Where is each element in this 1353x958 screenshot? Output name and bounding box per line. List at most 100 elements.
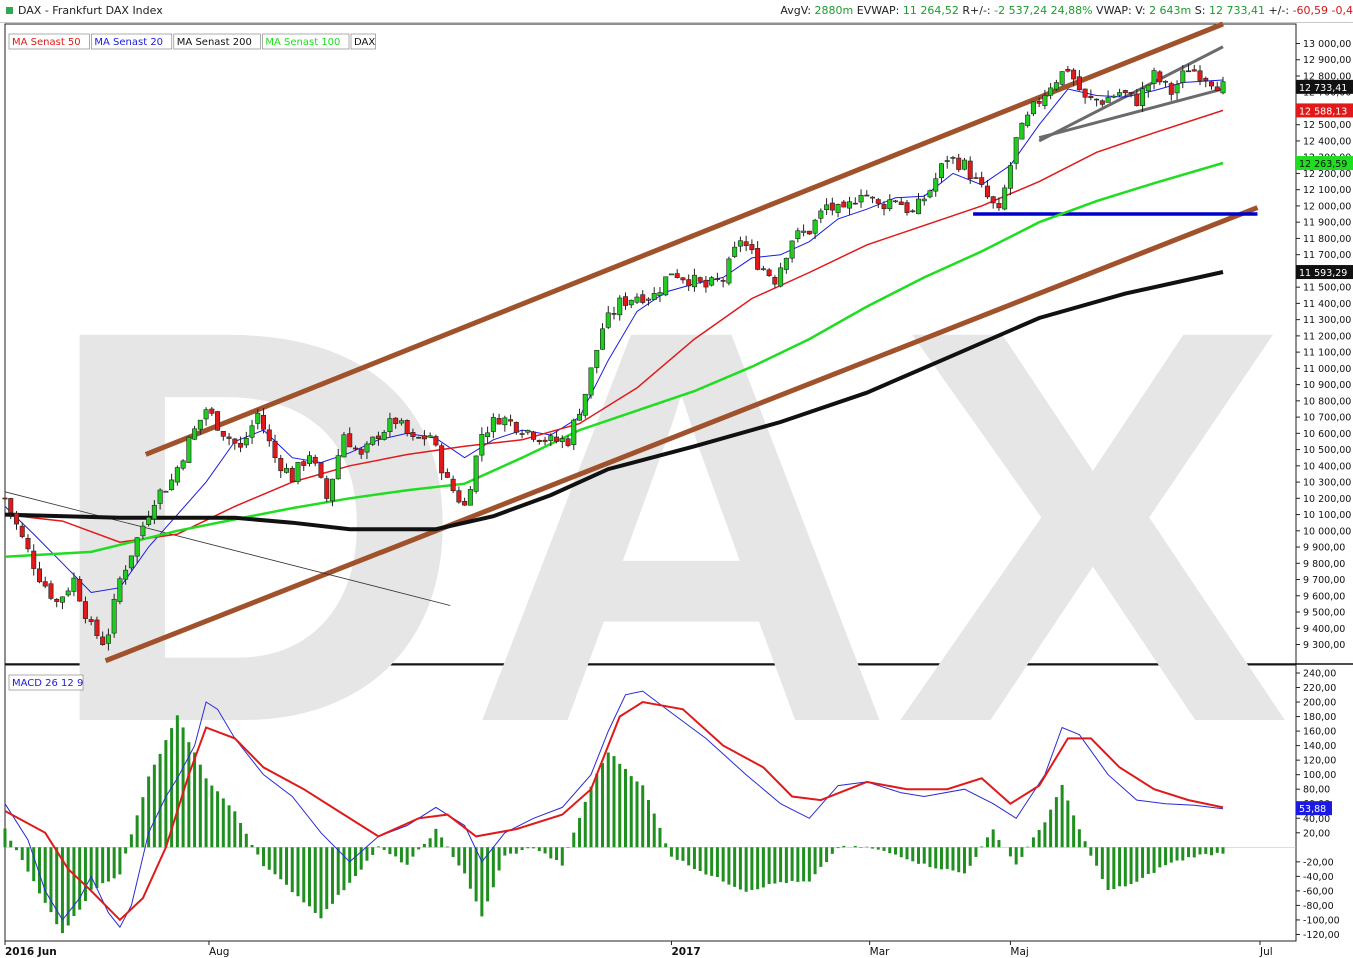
macd-histogram-bar: [997, 840, 1001, 848]
dax-chart[interactable]: DAX MA Senast 50 MA Senast 20 MA Senast 200…: [0, 0, 1353, 958]
candle-body: [381, 431, 387, 440]
macd-histogram-bar: [89, 847, 93, 890]
candle-body: [1036, 101, 1042, 104]
macd-histogram-bar: [20, 847, 24, 861]
candle-body: [617, 297, 623, 316]
macd-histogram-bar: [1210, 847, 1214, 856]
macd-histogram-bar: [1043, 822, 1047, 848]
macd-histogram-bar: [698, 847, 702, 872]
macd-histogram-bar: [273, 847, 277, 875]
candle-body: [996, 203, 1002, 209]
candle-body: [404, 420, 410, 434]
macd-tick-label: 100,00: [1303, 770, 1336, 781]
candle-body: [249, 425, 255, 438]
price-tick-label: 11 000,00: [1303, 364, 1351, 375]
macd-histogram-bar: [399, 847, 403, 863]
candle-body: [209, 408, 215, 414]
candle-body: [1145, 84, 1151, 92]
macd-histogram-bar: [865, 846, 869, 848]
macd-histogram-bar: [106, 847, 110, 882]
candle-body: [105, 634, 111, 644]
candle-body: [1002, 187, 1008, 210]
price-tick-label: 12 100,00: [1303, 185, 1351, 196]
macd-histogram-bar: [1095, 847, 1099, 866]
candle-body: [1151, 70, 1157, 84]
x-tick-label: 2016 Jun: [5, 946, 57, 958]
candle-body: [847, 201, 853, 209]
candle-body: [1094, 98, 1100, 101]
candle-body: [582, 393, 588, 416]
macd-histogram-bar: [715, 847, 719, 878]
price-tick-label: 10 000,00: [1303, 526, 1351, 537]
candle-body: [151, 504, 157, 520]
candle-body: [548, 435, 554, 441]
macd-histogram-bar: [336, 847, 340, 895]
candle-body: [1214, 86, 1220, 91]
candle-body: [335, 455, 341, 480]
candle-body: [1220, 81, 1226, 94]
macd-histogram-bar: [549, 847, 553, 859]
candle-body: [1053, 82, 1059, 90]
price-tick-label: 12 900,00: [1303, 55, 1351, 66]
candle-body: [82, 601, 88, 619]
x-tick-label: Aug: [209, 946, 230, 958]
candle-body: [140, 525, 146, 537]
macd-histogram-bar: [623, 768, 627, 848]
price-tick-label: 13 000,00: [1303, 39, 1351, 50]
price-marker-label: 12 588,13: [1299, 106, 1347, 117]
candle-body: [117, 578, 123, 602]
macd-histogram-bar: [193, 752, 197, 848]
macd-histogram-bar: [526, 847, 530, 849]
candle-body: [48, 583, 54, 599]
candle-body: [358, 448, 364, 455]
macd-histogram-bar: [198, 764, 202, 848]
macd-tick-label: 200,00: [1303, 698, 1336, 709]
macd-histogram-bar: [911, 847, 915, 862]
macd-tick-label: 40,00: [1303, 814, 1330, 825]
candle-body: [25, 537, 31, 550]
candle-body: [605, 312, 611, 328]
candle-body: [111, 598, 117, 634]
macd-histogram-bar: [899, 847, 903, 858]
candle-body: [933, 178, 939, 192]
candle-body: [554, 436, 560, 442]
macd-histogram-bar: [595, 773, 599, 848]
candle-body: [329, 478, 335, 502]
macd-histogram-bar: [1135, 847, 1139, 882]
candle-body: [197, 419, 203, 430]
candle-body: [238, 442, 244, 448]
macd-histogram-bar: [342, 847, 346, 891]
candle-body: [559, 438, 565, 443]
candle-body: [720, 280, 726, 282]
candle-body: [1140, 88, 1146, 106]
macd-histogram-bar: [721, 847, 725, 882]
candle-body: [485, 432, 491, 438]
candle-body: [410, 432, 416, 437]
macd-histogram-bar: [302, 847, 306, 903]
candle-body: [387, 418, 393, 433]
candle-body: [531, 431, 537, 440]
candle-body: [1048, 87, 1054, 96]
macd-histogram-bar: [669, 847, 673, 857]
candle-body: [893, 200, 899, 203]
price-tick-label: 10 300,00: [1303, 478, 1351, 489]
macd-histogram-bar: [463, 847, 467, 874]
candle-body: [186, 436, 192, 463]
macd-histogram-bar: [509, 847, 513, 854]
macd-histogram-bar: [296, 847, 300, 897]
macd-histogram-bar: [1181, 847, 1185, 861]
macd-histogram-bar: [807, 847, 811, 882]
candle-body: [611, 313, 617, 315]
candle-body: [255, 412, 261, 424]
macd-histogram-bar: [1123, 847, 1127, 887]
macd-histogram-bar: [1031, 837, 1035, 848]
candle-body: [519, 433, 525, 435]
candle-body: [226, 436, 232, 439]
macd-histogram-bar: [250, 845, 254, 848]
macd-histogram-bar: [1020, 847, 1024, 857]
macd-histogram-bar: [428, 838, 432, 848]
candle-body: [36, 568, 42, 583]
macd-histogram-bar: [710, 847, 714, 876]
macd-histogram-bar: [376, 846, 380, 848]
macd-histogram-bar: [118, 847, 122, 875]
